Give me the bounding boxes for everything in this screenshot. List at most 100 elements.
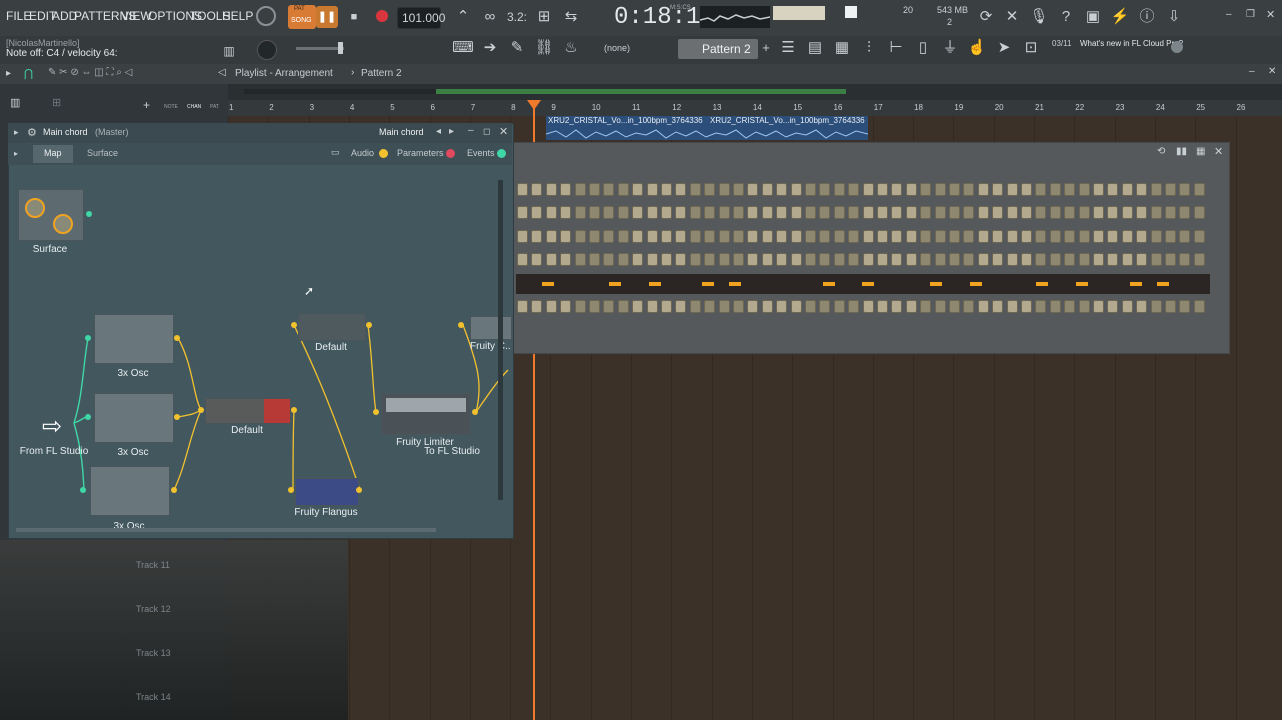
- step-button[interactable]: [545, 206, 557, 219]
- step-button[interactable]: [632, 206, 644, 219]
- step-button[interactable]: [1136, 300, 1148, 313]
- step-display[interactable]: 3.2:: [507, 10, 527, 24]
- ruler-bar-19[interactable]: 19: [954, 103, 963, 112]
- step-button[interactable]: [949, 253, 960, 266]
- record-button[interactable]: [376, 10, 388, 22]
- tempo-display[interactable]: 101.000: [397, 7, 445, 29]
- step-button[interactable]: [560, 230, 572, 243]
- preset-name[interactable]: Main chord: [379, 127, 424, 137]
- step-button[interactable]: [646, 253, 658, 266]
- ruler-bar-11[interactable]: 11: [632, 103, 640, 112]
- step-button[interactable]: [1150, 206, 1162, 219]
- step-button[interactable]: [977, 300, 989, 313]
- step-button[interactable]: [1193, 253, 1205, 266]
- piano-roll-note[interactable]: [1076, 282, 1088, 286]
- step-button[interactable]: [1136, 230, 1148, 243]
- step-button[interactable]: [531, 183, 543, 196]
- note-label[interactable]: NOTE: [164, 104, 178, 110]
- step-button[interactable]: [1121, 206, 1133, 219]
- step-button[interactable]: [761, 206, 773, 219]
- step-button[interactable]: [1150, 183, 1162, 196]
- step-button[interactable]: [790, 206, 802, 219]
- step-button[interactable]: [949, 300, 960, 313]
- fruity-cut-in-port[interactable]: [458, 322, 464, 328]
- typing-keyboard-icon[interactable]: ⌨: [452, 37, 474, 59]
- step-button[interactable]: [805, 230, 816, 243]
- step-button[interactable]: [1107, 206, 1119, 219]
- ruler-bar-25[interactable]: 25: [1196, 103, 1205, 112]
- metronome-icon[interactable]: ⌃: [452, 6, 474, 28]
- ruler-bar-2[interactable]: 2: [269, 103, 273, 112]
- step-button[interactable]: [632, 230, 644, 243]
- step-button[interactable]: [862, 300, 874, 313]
- step-button[interactable]: [689, 300, 701, 313]
- patcher-close-icon[interactable]: ✕: [499, 125, 508, 138]
- default-top-out-port[interactable]: [366, 322, 372, 328]
- step-button[interactable]: [1035, 253, 1047, 266]
- step-button[interactable]: [848, 206, 860, 219]
- step-button[interactable]: [1121, 300, 1133, 313]
- step-button[interactable]: [1064, 183, 1076, 196]
- playlist-arrow-icon[interactable]: ▸: [6, 68, 11, 79]
- step-button[interactable]: [1107, 230, 1119, 243]
- ruler-bar-1[interactable]: 1: [229, 103, 233, 112]
- piano-roll-note[interactable]: [702, 282, 714, 286]
- step-button[interactable]: [603, 300, 615, 313]
- piano-roll-note[interactable]: [862, 282, 874, 286]
- step-button[interactable]: [1165, 183, 1176, 196]
- blend-icon[interactable]: ⇆: [560, 6, 582, 28]
- step-button[interactable]: [1035, 230, 1047, 243]
- step-button[interactable]: [992, 253, 1004, 266]
- step-button[interactable]: [877, 253, 888, 266]
- ruler-bar-5[interactable]: 5: [390, 103, 394, 112]
- parameters-toggle-led[interactable]: [446, 149, 455, 158]
- step-button[interactable]: [675, 300, 687, 313]
- osc2-node[interactable]: [94, 393, 174, 443]
- step-button[interactable]: [632, 183, 644, 196]
- step-button[interactable]: [675, 206, 687, 219]
- patcher-arrow-icon[interactable]: ▸: [14, 127, 19, 138]
- step-button[interactable]: [675, 253, 687, 266]
- step-button[interactable]: [589, 300, 600, 313]
- surface-port[interactable]: [86, 211, 92, 217]
- step-button[interactable]: [977, 183, 989, 196]
- step-button[interactable]: [963, 206, 975, 219]
- playlist-pattern[interactable]: Pattern 2: [361, 68, 402, 79]
- ruler-bar-15[interactable]: 15: [793, 103, 802, 112]
- account-icon[interactable]: [1171, 41, 1183, 53]
- pat-label[interactable]: PAT: [210, 104, 219, 110]
- step-button[interactable]: [589, 253, 600, 266]
- step-button[interactable]: [891, 206, 903, 219]
- step-button[interactable]: [833, 230, 845, 243]
- step-button[interactable]: [704, 206, 716, 219]
- step-button[interactable]: [819, 230, 831, 243]
- step-button[interactable]: [920, 253, 932, 266]
- ruler-bar-17[interactable]: 17: [874, 103, 883, 112]
- osc1-in-port[interactable]: [85, 335, 91, 341]
- step-button[interactable]: [1093, 183, 1104, 196]
- step-button[interactable]: [1165, 230, 1176, 243]
- step-button[interactable]: [617, 206, 629, 219]
- touch-icon[interactable]: ☝: [966, 37, 988, 59]
- step-button[interactable]: [1150, 300, 1162, 313]
- step-button[interactable]: [1064, 230, 1076, 243]
- step-button[interactable]: [1121, 253, 1133, 266]
- close-icon[interactable]: ✕: [1266, 8, 1275, 21]
- step-button[interactable]: [977, 253, 989, 266]
- playlist-tools-icons[interactable]: ✎ ✂ ⊘ ⇔ ◫ ⛶ ⌕ ◁: [48, 67, 132, 78]
- step-button[interactable]: [661, 183, 672, 196]
- step-button[interactable]: [1093, 253, 1104, 266]
- step-button[interactable]: [545, 183, 557, 196]
- flangus-node[interactable]: [295, 478, 359, 506]
- step-button[interactable]: [1006, 300, 1018, 313]
- step-button[interactable]: [934, 183, 946, 196]
- news-text[interactable]: What's new in FL Cloud Pro?: [1080, 39, 1183, 48]
- next-preset-icon[interactable]: ▸: [449, 126, 454, 137]
- save-icon[interactable]: ▣: [1082, 6, 1104, 28]
- step-button[interactable]: [905, 300, 917, 313]
- step-button[interactable]: [1193, 300, 1205, 313]
- chan-label[interactable]: CHAN: [187, 104, 201, 110]
- ruler-bar-26[interactable]: 26: [1237, 103, 1246, 112]
- flangus-in-port[interactable]: [288, 487, 294, 493]
- step-button[interactable]: [574, 230, 586, 243]
